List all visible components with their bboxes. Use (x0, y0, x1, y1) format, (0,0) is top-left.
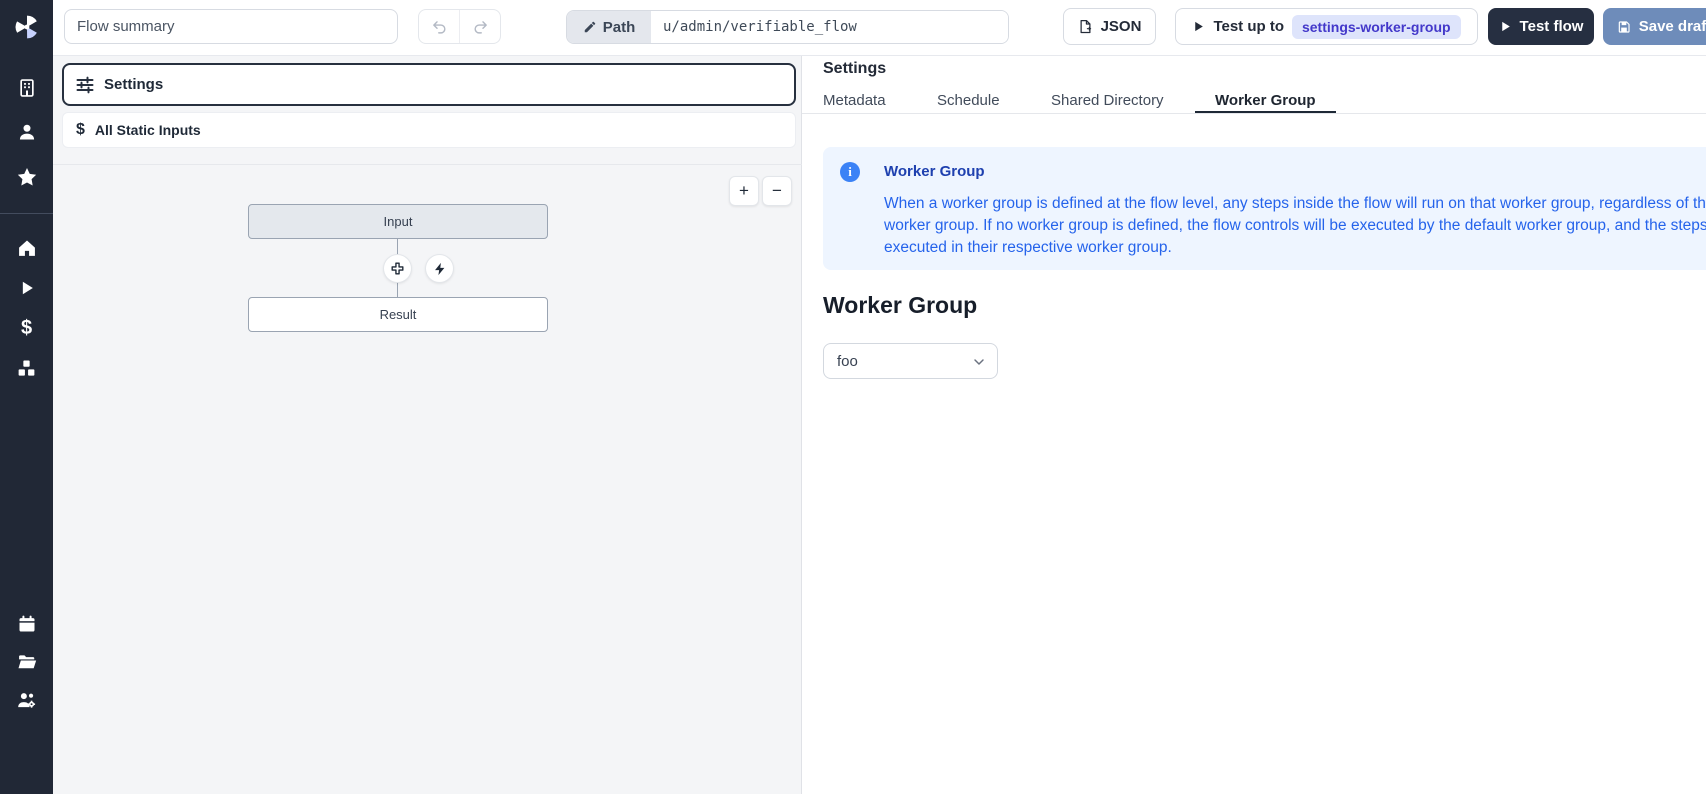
dollar-icon: $ (21, 318, 32, 338)
worker-group-info-box: i Worker Group When a worker group is de… (823, 147, 1706, 270)
all-static-inputs-label: All Static Inputs (95, 122, 201, 138)
json-button[interactable]: JSON (1063, 8, 1156, 45)
save-draft-button[interactable]: Save draft (1603, 8, 1706, 45)
play-icon (1192, 20, 1205, 33)
calendar-icon (17, 614, 37, 634)
sidebar-item-schedules[interactable] (0, 606, 53, 642)
test-up-to-button[interactable]: Test up to settings-worker-group (1175, 8, 1478, 45)
zoom-out-button[interactable]: − (762, 176, 792, 206)
zoom-in-button[interactable]: + (729, 176, 759, 206)
tab-worker-group[interactable]: Worker Group (1215, 89, 1316, 112)
flow-settings-button[interactable]: Settings (62, 63, 796, 106)
sidebar-item-groups[interactable] (0, 682, 53, 718)
worker-group-select-value: foo (837, 353, 858, 370)
sidebar-item-favorites[interactable] (0, 159, 53, 195)
sidebar-item-folders[interactable] (0, 644, 53, 680)
trigger-button[interactable] (426, 255, 453, 282)
pencil-icon (583, 20, 597, 34)
flow-editor-panel: Settings $ All Static Inputs Input Resul… (53, 56, 802, 794)
all-static-inputs-button[interactable]: $ All Static Inputs (62, 112, 796, 148)
settings-panel: Settings Metadata Schedule Shared Direct… (802, 56, 1706, 794)
sidebar-item-user[interactable] (0, 114, 53, 150)
path-input[interactable] (651, 11, 1008, 43)
play-icon (17, 278, 37, 298)
save-draft-label: Save draft (1639, 18, 1706, 35)
settings-panel-title: Settings (823, 60, 886, 78)
dollar-icon: $ (76, 121, 85, 139)
file-code-icon (1078, 19, 1093, 34)
sidebar-item-runs[interactable] (0, 270, 53, 306)
undo-button[interactable] (419, 10, 460, 43)
test-up-to-label: Test up to (1213, 18, 1284, 35)
input-node-label: Input (384, 214, 413, 229)
sidebar-item-resources[interactable] (0, 350, 53, 386)
top-toolbar: Path JSON Test up to settings-worker-gro… (53, 0, 1706, 56)
sidebar-item-home[interactable] (0, 230, 53, 266)
flow-settings-label: Settings (104, 76, 163, 93)
tab-metadata[interactable]: Metadata (823, 89, 886, 112)
windmill-logo-icon (13, 13, 41, 41)
redo-button[interactable] (460, 10, 500, 43)
star-icon (16, 166, 38, 188)
rail-divider (0, 213, 53, 214)
boxes-icon (16, 358, 37, 379)
plus-icon (390, 261, 405, 276)
zoom-out-label: − (772, 181, 782, 201)
bolt-icon (433, 262, 447, 276)
redo-icon (472, 18, 489, 35)
test-flow-button[interactable]: Test flow (1488, 8, 1594, 45)
info-icon: i (840, 162, 860, 182)
zoom-in-label: + (739, 181, 749, 201)
path-label: Path (603, 19, 636, 36)
settings-tabs: Metadata Schedule Shared Directory Worke… (802, 89, 1706, 114)
worker-group-badge: settings-worker-group (1292, 15, 1461, 39)
edit-path-button[interactable]: Path (567, 11, 651, 43)
save-icon (1617, 20, 1631, 34)
folder-open-icon (17, 652, 37, 672)
sidebar-item-workspace[interactable] (0, 70, 53, 106)
test-flow-label: Test flow (1520, 18, 1584, 35)
json-button-label: JSON (1101, 18, 1142, 35)
windmill-logo[interactable] (0, 9, 53, 45)
sliders-icon (76, 76, 94, 94)
tab-shared-directory[interactable]: Shared Directory (1051, 89, 1164, 112)
add-step-button[interactable] (384, 255, 411, 282)
undo-icon (431, 18, 448, 35)
user-icon (17, 122, 37, 142)
play-icon (1499, 20, 1512, 33)
left-nav-rail: $ (0, 0, 53, 794)
sidebar-item-variables[interactable]: $ (0, 310, 53, 346)
users-cog-icon (16, 690, 37, 711)
info-box-body: When a worker group is defined at the fl… (884, 193, 1706, 259)
worker-group-heading: Worker Group (823, 292, 977, 319)
home-icon (17, 238, 37, 258)
tab-schedule[interactable]: Schedule (937, 89, 1000, 112)
result-node[interactable]: Result (248, 297, 548, 332)
info-box-title: Worker Group (884, 161, 1706, 183)
path-field-group: Path (566, 10, 1009, 44)
worker-group-select[interactable]: foo (823, 343, 998, 379)
undo-redo-group (418, 9, 501, 44)
result-node-label: Result (380, 307, 417, 322)
chevron-down-icon (971, 354, 987, 370)
flow-summary-input[interactable] (64, 9, 398, 44)
building-icon (17, 78, 37, 98)
panel-separator (53, 164, 802, 165)
input-node[interactable]: Input (248, 204, 548, 239)
